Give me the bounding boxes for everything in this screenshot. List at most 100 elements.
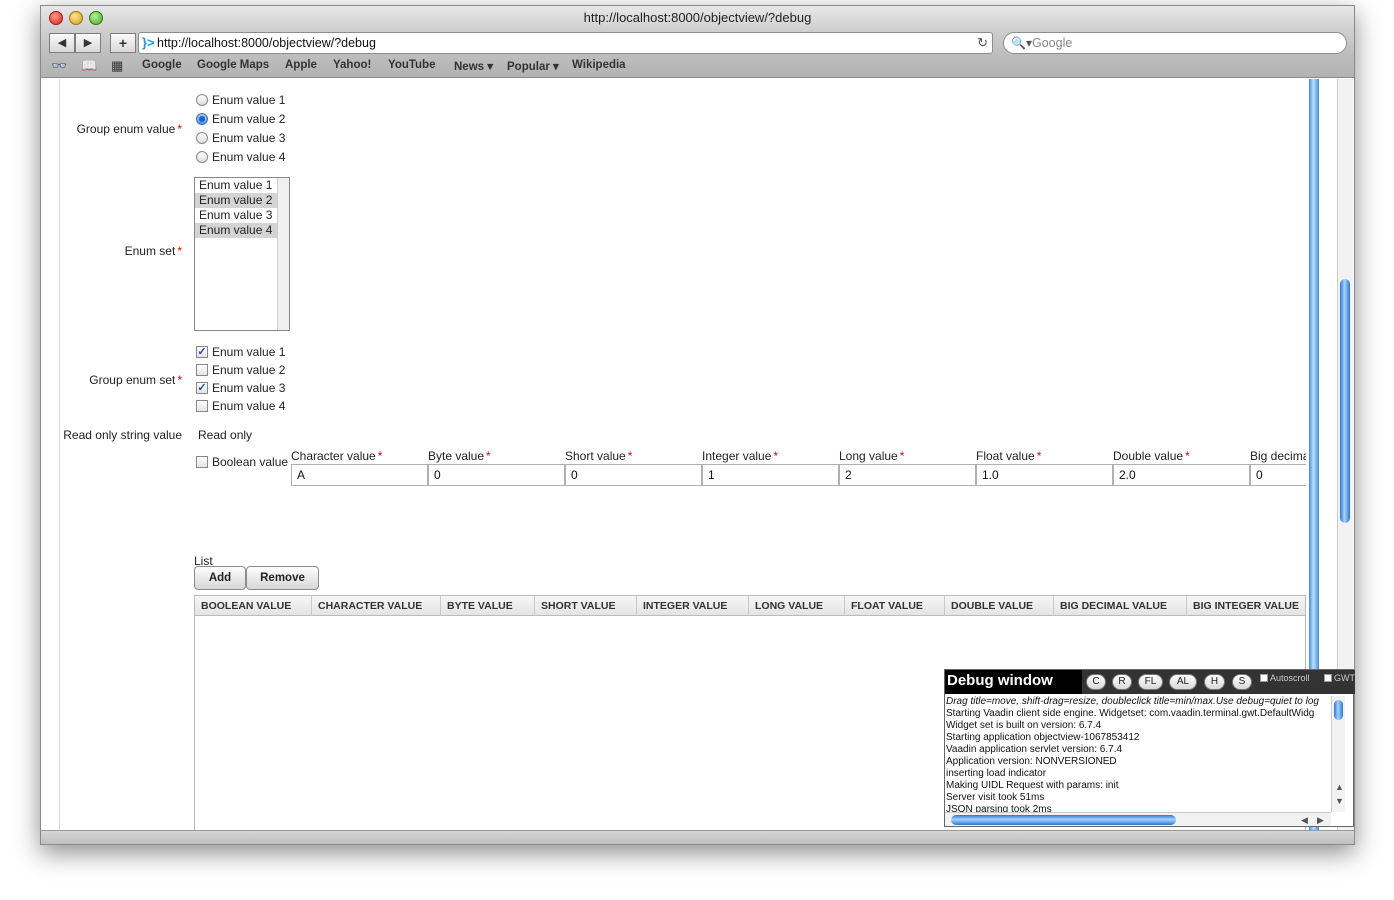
bookmark-google[interactable]: Google bbox=[142, 59, 182, 71]
short-value-label: Short value * bbox=[565, 449, 633, 463]
debug-reset-button[interactable]: R bbox=[1112, 674, 1132, 690]
log-line: JSON parsing took 2ms bbox=[946, 804, 1052, 812]
checkbox-enum-value-2[interactable]: Enum value 2 bbox=[196, 363, 285, 377]
list-item[interactable]: Enum value 1 bbox=[195, 178, 277, 193]
debug-log: Drag title=move, shift-drag=resize, doub… bbox=[945, 696, 1331, 812]
grid-icon[interactable]: ▦ bbox=[111, 58, 123, 74]
character-value-input[interactable]: A bbox=[291, 464, 428, 486]
reload-icon[interactable]: ↻ bbox=[977, 33, 988, 53]
checkbox[interactable] bbox=[196, 364, 208, 376]
scroll-left-arrow-icon[interactable]: ◀ bbox=[1301, 813, 1308, 827]
debug-window[interactable]: Debug window C R FL AL H S Autoscroll GW… bbox=[944, 669, 1355, 827]
bookmark-youtube[interactable]: YouTube bbox=[388, 59, 435, 71]
reader-glasses-icon[interactable]: 👓 bbox=[51, 58, 67, 74]
radio-button-selected[interactable] bbox=[196, 113, 208, 125]
minimize-window-button[interactable] bbox=[69, 11, 83, 25]
add-bookmark-button[interactable]: + bbox=[110, 33, 136, 53]
column-header-long[interactable]: LONG VALUE bbox=[749, 596, 845, 616]
enum-set-listbox[interactable]: Enum value 1 Enum value 2 Enum value 3 E… bbox=[194, 177, 290, 331]
column-header-integer[interactable]: INTEGER VALUE bbox=[637, 596, 749, 616]
short-value-input[interactable]: 0 bbox=[565, 464, 702, 486]
radio-button[interactable] bbox=[196, 151, 208, 163]
address-bar[interactable]: }> http://localhost:8000/objectview/?deb… bbox=[138, 32, 993, 54]
bookmark-news[interactable]: News ▾ bbox=[454, 59, 493, 73]
double-value-label: Double value * bbox=[1113, 449, 1190, 463]
column-header-big-decimal[interactable]: BIG DECIMAL VALUE bbox=[1054, 596, 1187, 616]
add-button[interactable]: Add bbox=[194, 566, 246, 590]
title-bar[interactable]: http://localhost:8000/objectview/?debug bbox=[41, 6, 1354, 30]
checkbox[interactable] bbox=[1260, 674, 1268, 682]
column-header-short[interactable]: SHORT VALUE bbox=[535, 596, 637, 616]
debug-vertical-scroll-thumb[interactable] bbox=[1334, 700, 1343, 720]
log-line: Application version: NONVERSIONED bbox=[946, 756, 1117, 767]
forward-button[interactable]: ▶ bbox=[75, 33, 101, 53]
column-header-float[interactable]: FLOAT VALUE bbox=[845, 596, 945, 616]
checkbox[interactable] bbox=[196, 400, 208, 412]
list-item-selected[interactable]: Enum value 4 bbox=[195, 223, 277, 238]
debug-fl-button[interactable]: FL bbox=[1138, 674, 1163, 690]
log-line: Server visit took 51ms bbox=[946, 792, 1045, 803]
bookmark-popular[interactable]: Popular ▾ bbox=[507, 59, 559, 73]
radio-button[interactable] bbox=[196, 132, 208, 144]
debug-clear-button[interactable]: C bbox=[1086, 674, 1106, 690]
integer-value-label: Integer value * bbox=[702, 449, 779, 463]
list-item-selected[interactable]: Enum value 2 bbox=[195, 193, 277, 208]
scroll-down-arrow-icon[interactable]: ▼ bbox=[1335, 796, 1344, 806]
checkbox[interactable] bbox=[1324, 674, 1332, 682]
double-value-input[interactable]: 2.0 bbox=[1113, 464, 1250, 486]
search-placeholder: Google bbox=[1032, 36, 1073, 50]
close-window-button[interactable] bbox=[49, 11, 63, 25]
checkbox-enum-value-1[interactable]: ✓ Enum value 1 bbox=[196, 345, 285, 359]
radio-enum-value-4[interactable]: Enum value 4 bbox=[196, 150, 285, 164]
debug-horizontal-scroll-thumb[interactable] bbox=[951, 815, 1176, 825]
read-only-string-label: Read only string value bbox=[63, 428, 182, 442]
long-value-input[interactable]: 2 bbox=[839, 464, 976, 486]
autoscroll-checkbox[interactable]: Autoscroll bbox=[1260, 673, 1310, 683]
bookmark-google-maps[interactable]: Google Maps bbox=[197, 59, 269, 71]
forward-icon: ▶ bbox=[83, 37, 93, 49]
scroll-up-arrow-icon[interactable]: ▲ bbox=[1335, 782, 1344, 792]
checkbox[interactable] bbox=[196, 456, 208, 468]
byte-value-input[interactable]: 0 bbox=[428, 464, 565, 486]
search-field[interactable]: 🔍▾ Google bbox=[1003, 32, 1347, 54]
column-header-character[interactable]: CHARACTER VALUE bbox=[312, 596, 441, 616]
checkbox-checked[interactable]: ✓ bbox=[196, 382, 208, 394]
gwt-checkbox[interactable]: GWT bbox=[1324, 673, 1355, 683]
radio-button[interactable] bbox=[196, 94, 208, 106]
scroll-right-arrow-icon[interactable]: ▶ bbox=[1317, 813, 1324, 827]
column-header-big-integer[interactable]: BIG INTEGER VALUE bbox=[1187, 596, 1306, 616]
radio-enum-value-3[interactable]: Enum value 3 bbox=[196, 131, 285, 145]
boolean-value-checkbox[interactable]: Boolean value bbox=[196, 455, 288, 469]
column-header-byte[interactable]: BYTE VALUE bbox=[441, 596, 535, 616]
remove-button[interactable]: Remove bbox=[246, 566, 319, 590]
bookmark-apple[interactable]: Apple bbox=[285, 59, 317, 71]
float-value-input[interactable]: 1.0 bbox=[976, 464, 1113, 486]
debug-vertical-scrollbar[interactable]: ▲ ▼ bbox=[1331, 696, 1345, 812]
listbox-scrollbar[interactable] bbox=[277, 178, 289, 330]
float-value-label: Float value * bbox=[976, 449, 1042, 463]
radio-enum-value-2[interactable]: Enum value 2 bbox=[196, 112, 285, 126]
list-item[interactable]: Enum value 3 bbox=[195, 208, 277, 223]
zoom-window-button[interactable] bbox=[89, 11, 103, 25]
debug-window-title[interactable]: Debug window bbox=[945, 670, 1082, 694]
checkbox-checked[interactable]: ✓ bbox=[196, 346, 208, 358]
back-button[interactable]: ◀ bbox=[49, 33, 75, 53]
big-decimal-value-input[interactable]: 0 bbox=[1250, 464, 1306, 486]
bookmark-wikipedia[interactable]: Wikipedia bbox=[572, 59, 626, 71]
debug-h-button[interactable]: H bbox=[1204, 674, 1225, 690]
debug-s-button[interactable]: S bbox=[1232, 674, 1252, 690]
page-scrollbar-thumb[interactable] bbox=[1340, 279, 1350, 523]
bookmarks-bar: 👓 📖 ▦ Google Google Maps Apple Yahoo! Yo… bbox=[41, 56, 1354, 78]
bookmark-yahoo[interactable]: Yahoo! bbox=[333, 59, 371, 71]
log-line: Starting application objectview-10678534… bbox=[946, 732, 1140, 743]
column-header-boolean[interactable]: BOOLEAN VALUE bbox=[195, 596, 312, 616]
checkbox-enum-value-3[interactable]: ✓ Enum value 3 bbox=[196, 381, 285, 395]
radio-enum-value-1[interactable]: Enum value 1 bbox=[196, 93, 285, 107]
debug-horizontal-scrollbar[interactable]: ◀ ▶ bbox=[945, 812, 1331, 826]
integer-value-input[interactable]: 1 bbox=[702, 464, 839, 486]
checkbox-enum-value-4[interactable]: Enum value 4 bbox=[196, 399, 285, 413]
debug-al-button[interactable]: AL bbox=[1169, 674, 1197, 690]
book-icon[interactable]: 📖 bbox=[81, 58, 97, 74]
table-header: BOOLEAN VALUE CHARACTER VALUE BYTE VALUE… bbox=[195, 596, 1305, 616]
column-header-double[interactable]: DOUBLE VALUE bbox=[945, 596, 1054, 616]
